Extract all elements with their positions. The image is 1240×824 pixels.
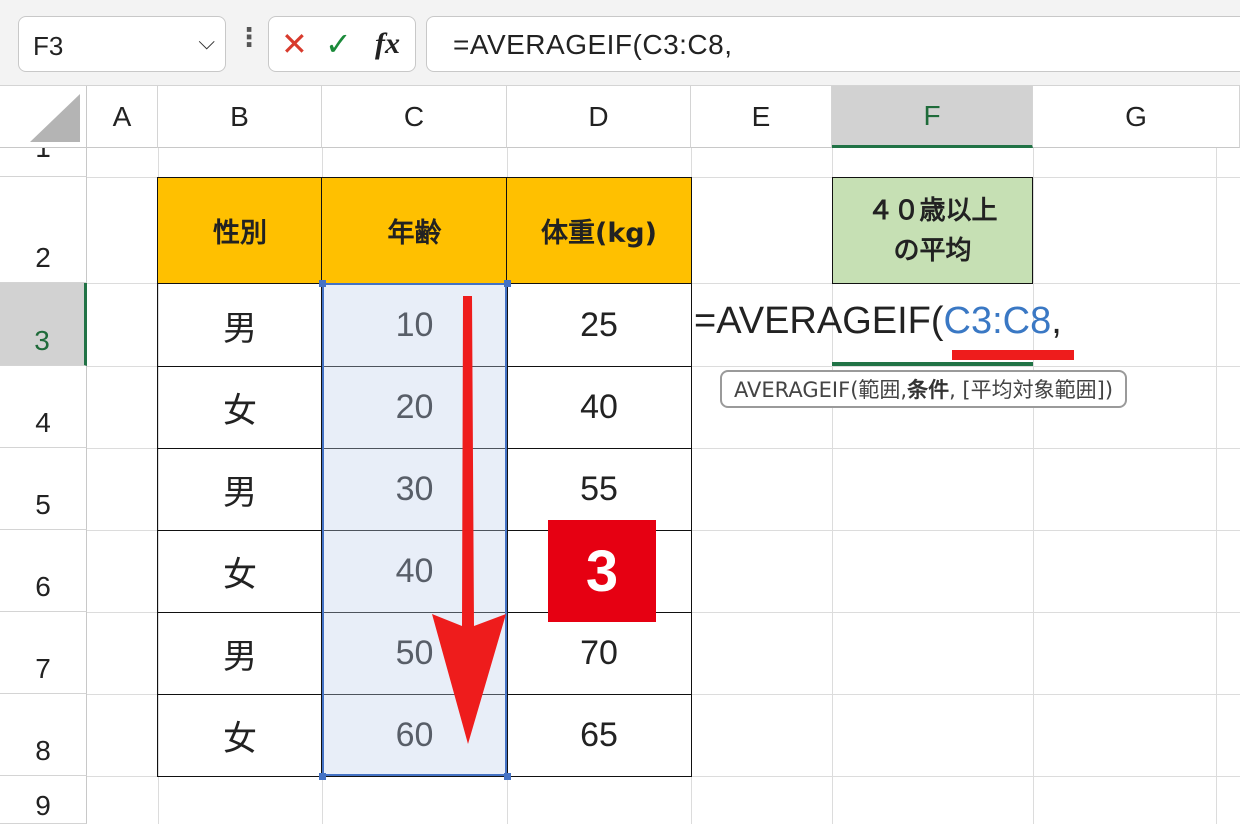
formula-buttons: ✕ ✓ fx [268, 16, 416, 72]
cell-d5[interactable]: 55 [506, 448, 692, 531]
name-box[interactable]: F3 ⌵ [18, 16, 226, 72]
f2-line2: の平均 [893, 235, 972, 266]
row-header-6[interactable]: 6 [0, 530, 87, 612]
cell-b6[interactable]: 女 [157, 530, 323, 613]
column-header-a[interactable]: A [87, 86, 158, 148]
row-header-2[interactable]: 2 [0, 177, 87, 283]
row-header-8[interactable]: 8 [0, 694, 87, 776]
cell-d4[interactable]: 40 [506, 366, 692, 449]
row-header-7[interactable]: 7 [0, 612, 87, 694]
cell-b7[interactable]: 男 [157, 612, 323, 695]
cell-d3[interactable]: 25 [506, 283, 692, 367]
row-header-3[interactable]: 3 [0, 283, 87, 366]
selection-handle[interactable] [504, 280, 511, 287]
more-options-icon[interactable]: ⋮ [236, 22, 262, 53]
cell-d8[interactable]: 65 [506, 694, 692, 777]
column-header-e[interactable]: E [691, 86, 832, 148]
cell-b3[interactable]: 男 [157, 283, 323, 367]
tooltip-current-arg: 条件 [907, 378, 950, 402]
formula-range-ref: C3:C8 [943, 300, 1052, 342]
cell-b2-header[interactable]: 性別 [157, 177, 323, 284]
enter-check-icon[interactable]: ✓ [325, 25, 352, 63]
cell-b5[interactable]: 男 [157, 448, 323, 531]
row-header-9[interactable]: 9 [0, 776, 87, 824]
selection-handle[interactable] [504, 773, 511, 780]
cell-edit-formula[interactable]: =AVERAGEIF(C3:C8, [694, 300, 1062, 343]
row-header-5[interactable]: 5 [0, 448, 87, 530]
active-cell-border [832, 362, 1033, 366]
function-tooltip[interactable]: AVERAGEIF(範囲, 条件, [平均対象範囲]) [720, 370, 1128, 408]
row-header-label: 1 [35, 148, 51, 164]
step-badge: 3 [548, 520, 656, 622]
f2-line1: ４０歳以上 [867, 195, 998, 226]
select-all-corner[interactable] [0, 86, 87, 148]
cell-f2-header[interactable]: ４０歳以上 の平均 [832, 177, 1033, 284]
row-header-1[interactable]: 1 [0, 148, 87, 177]
formula-suffix: , [1051, 300, 1062, 342]
column-header-c[interactable]: C [322, 86, 507, 148]
cell-c2-header[interactable]: 年齢 [321, 177, 508, 284]
cell-b8[interactable]: 女 [157, 694, 323, 777]
column-header-b[interactable]: B [158, 86, 322, 148]
down-arrow-icon [432, 296, 506, 744]
formula-text: =AVERAGEIF(C3:C8, [453, 29, 733, 60]
column-header-g[interactable]: G [1033, 86, 1240, 148]
chevron-down-icon[interactable]: ⌵ [198, 29, 215, 55]
cell-d2-header[interactable]: 体重(kg) [506, 177, 692, 284]
select-all-triangle-icon [30, 94, 80, 142]
cell-d7[interactable]: 70 [506, 612, 692, 695]
tooltip-rest: , [平均対象範囲]) [949, 378, 1114, 402]
gridline [1033, 148, 1034, 824]
gridline [1216, 148, 1217, 824]
cell-b4[interactable]: 女 [157, 366, 323, 449]
formula-prefix: =AVERAGEIF( [694, 300, 944, 342]
column-header-f[interactable]: F [832, 86, 1033, 148]
insert-function-icon[interactable]: fx [375, 27, 400, 61]
cancel-icon[interactable]: ✕ [281, 25, 308, 63]
red-underline [952, 350, 1074, 360]
column-header-d[interactable]: D [507, 86, 691, 148]
selection-handle[interactable] [319, 280, 326, 287]
name-box-value: F3 [33, 31, 64, 61]
formula-input[interactable]: =AVERAGEIF(C3:C8, [426, 16, 1240, 72]
tooltip-fn: AVERAGEIF(範囲, [734, 378, 908, 402]
row-header-4[interactable]: 4 [0, 366, 87, 448]
selection-handle[interactable] [319, 773, 326, 780]
